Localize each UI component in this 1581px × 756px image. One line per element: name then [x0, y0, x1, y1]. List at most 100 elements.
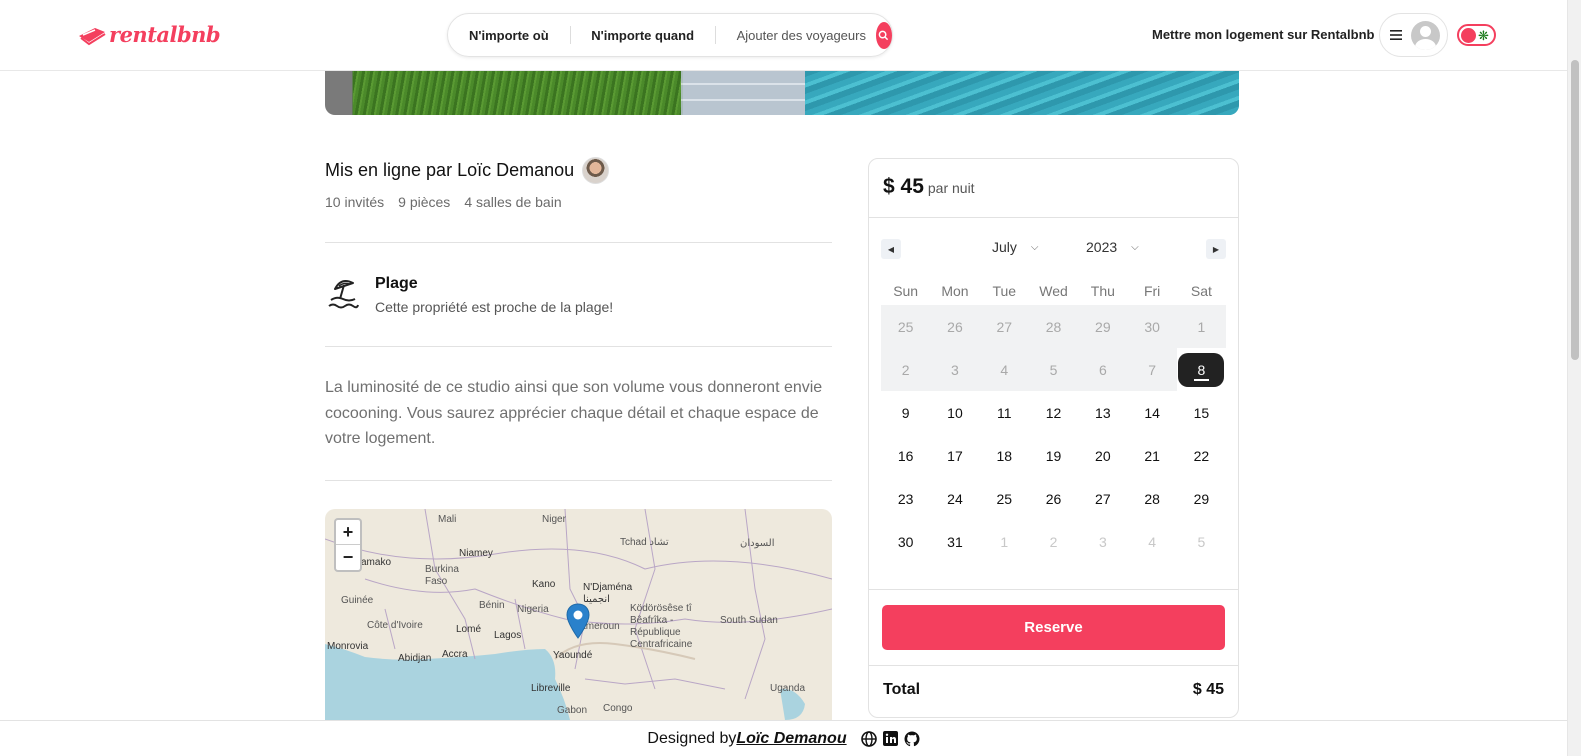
calendar-day[interactable]: 16 [881, 434, 930, 477]
calendar-day: 25 [881, 305, 931, 348]
calendar-day: 5 [1197, 533, 1206, 550]
map-label-mali: Mali [438, 514, 457, 525]
logo-text: rentalbnb [109, 22, 221, 47]
map-marker-icon[interactable] [566, 603, 590, 639]
stat-guests: 10 invités [325, 194, 385, 210]
calendar-day[interactable]: 25 [980, 477, 1029, 520]
map-label-nigeria: Nigeria [517, 604, 549, 615]
logo[interactable]: rentalbnb [77, 22, 221, 47]
section-divider [325, 242, 832, 243]
card-divider [869, 665, 1238, 666]
calendar-day[interactable]: 18 [980, 434, 1029, 477]
search-anytime[interactable]: N'importe quand [570, 28, 715, 43]
month-select[interactable]: July ⌵ [992, 239, 1039, 255]
total-value: $ 45 [1192, 681, 1224, 698]
map-label-yaounde: Yaoundé [553, 650, 593, 661]
calendar-day[interactable]: 10 [930, 391, 979, 434]
calendar-day[interactable]: 29 [1177, 477, 1226, 520]
host-your-home-link[interactable]: Mettre mon logement sur Rentalbnb [1152, 27, 1374, 42]
section-divider [325, 480, 832, 481]
calendar-week-row: 2345678 [881, 348, 1226, 391]
calendar-day[interactable]: 26 [1029, 477, 1078, 520]
stat-bathrooms: 4 salles de bain [464, 194, 562, 210]
map-label-benin: Bénin [479, 600, 505, 611]
zoom-in-button[interactable]: + [336, 520, 360, 545]
calendar-day[interactable]: 15 [1177, 391, 1226, 434]
calendar-day[interactable]: 24 [930, 477, 979, 520]
total-row: Total $ 45 [883, 681, 1224, 699]
map-label-lagos: Lagos [494, 630, 522, 641]
weekday-label: Thu [1090, 283, 1115, 299]
total-label: Total [883, 681, 921, 698]
calendar-day: 28 [1028, 305, 1079, 348]
calendar-day[interactable]: 27 [1078, 477, 1127, 520]
calendar-day[interactable]: 31 [930, 520, 979, 563]
weekday-label: Sat [1190, 283, 1212, 299]
map-zoom-control: + − [334, 518, 362, 572]
calendar-day[interactable]: 14 [1127, 391, 1176, 434]
category-feature: Plage Cette propriété est proche de la p… [327, 275, 613, 315]
calendar-day[interactable]: 9 [881, 391, 930, 434]
reservation-card: $ 45 par nuit ◀ July ⌵ 2023 ⌵ ▶ Sun Mon Tu… [868, 158, 1239, 718]
calendar-weekday-row: Sun Mon Tue Wed Thu Fri Sat [881, 277, 1226, 305]
calendar-day[interactable]: 12 [1029, 391, 1078, 434]
user-menu-button[interactable] [1379, 13, 1448, 57]
map-label-libreville: Libreville [531, 683, 571, 694]
calendar-day[interactable]: 11 [980, 391, 1029, 434]
reserve-button[interactable]: Reserve [882, 605, 1225, 650]
linkedin-icon[interactable] [882, 731, 898, 746]
year-select[interactable]: 2023 ⌵ [1086, 239, 1139, 255]
calendar-day[interactable]: 19 [1029, 434, 1078, 477]
search-button[interactable] [875, 21, 892, 49]
footer-author-link[interactable]: Loïc Demanou [736, 730, 846, 748]
calendar-day[interactable]: 22 [1177, 434, 1226, 477]
year-value: 2023 [1086, 239, 1118, 255]
host-avatar [582, 157, 610, 184]
top-header: rentalbnb N'importe où N'importe quand A… [0, 0, 1567, 71]
calendar-day[interactable]: 17 [930, 434, 979, 477]
prev-month-button[interactable]: ◀ [881, 239, 901, 259]
map-label-sudan: السودان [740, 538, 775, 549]
category-subtitle: Cette propriété est proche de la plage! [375, 299, 614, 315]
location-map[interactable]: Mali Niger Tchad تشاد السودان Niamey Bur… [325, 509, 832, 720]
search-bar[interactable]: N'importe où N'importe quand Ajouter des… [447, 13, 893, 57]
weekday-label: Mon [941, 283, 969, 299]
card-divider [869, 217, 1238, 218]
calendar-day: 1 [1000, 533, 1009, 550]
zoom-out-button[interactable]: − [336, 545, 360, 570]
calendar-day: 26 [930, 305, 980, 348]
calendar-day: 5 [1028, 348, 1079, 391]
calendar-day[interactable]: 21 [1127, 434, 1176, 477]
calendar-day: 3 [930, 348, 980, 391]
map-label-niger: Niger [542, 514, 566, 525]
next-month-button[interactable]: ▶ [1206, 239, 1226, 259]
calendar-day: 29 [1078, 305, 1128, 348]
theme-toggle[interactable]: ❋ [1457, 24, 1496, 46]
map-label-bamako: amako [361, 557, 392, 568]
calendar-day: 27 [979, 305, 1029, 348]
chevron-down-icon: ⌵ [1030, 241, 1039, 253]
user-avatar [1411, 20, 1440, 50]
page-scrollbar[interactable] [1567, 0, 1581, 756]
calendar-day[interactable]: 30 [881, 520, 930, 563]
globe-icon[interactable] [860, 730, 877, 747]
search-anywhere[interactable]: N'importe où [448, 28, 570, 43]
nightly-price: $ 45 par nuit [883, 175, 975, 199]
map-label-niamey: Niamey [459, 548, 493, 559]
scrollbar-thumb[interactable] [1571, 60, 1579, 360]
calendar-day: 3 [1098, 533, 1107, 550]
search-icon [879, 30, 889, 40]
github-icon[interactable] [904, 731, 920, 747]
calendar-day[interactable]: 13 [1078, 391, 1127, 434]
calendar-day-selected[interactable]: 8 [1177, 348, 1226, 391]
page-footer: Designed by Loïc Demanou [0, 720, 1567, 756]
calendar-day: 4 [1148, 533, 1157, 550]
beach-umbrella-icon [328, 280, 359, 309]
calendar-day[interactable]: 20 [1078, 434, 1127, 477]
calendar-day[interactable]: 23 [881, 477, 930, 520]
toggle-knob [1461, 27, 1476, 43]
calendar-week-row: 9 10 11 12 13 14 15 [881, 391, 1226, 434]
section-divider [325, 346, 832, 347]
calendar-day[interactable]: 28 [1127, 477, 1176, 520]
search-guests[interactable]: Ajouter des voyageurs [716, 28, 876, 43]
